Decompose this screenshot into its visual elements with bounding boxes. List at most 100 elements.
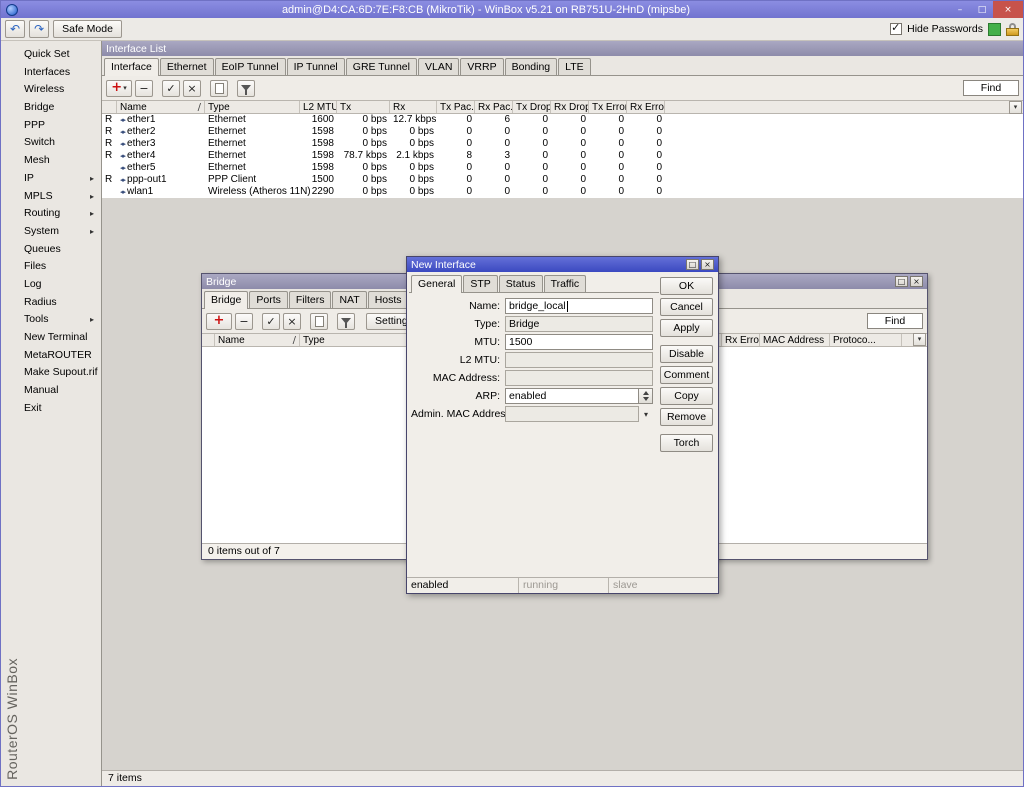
dialog-close-button[interactable]: ×: [701, 259, 714, 270]
interface-tab-vlan[interactable]: VLAN: [418, 58, 459, 75]
dialog-button-cancel[interactable]: Cancel: [660, 298, 713, 316]
sidebar-item-ip[interactable]: IP▸: [1, 170, 101, 188]
bridge-column-header-mac-address[interactable]: MAC Address: [760, 334, 830, 346]
sidebar-item-exit[interactable]: Exit: [1, 400, 101, 418]
sidebar-item-manual[interactable]: Manual: [1, 382, 101, 400]
column-header-rx[interactable]: Rx: [390, 101, 437, 113]
filter-button[interactable]: [237, 80, 255, 97]
interface-row[interactable]: R◂▸ether4Ethernet159878.7 kbps2.1 kbps83…: [102, 150, 1023, 162]
dialog-button-remove[interactable]: Remove: [660, 408, 713, 426]
minimize-button[interactable]: –: [949, 1, 971, 18]
column-header-tx-drops[interactable]: Tx Drops: [513, 101, 551, 113]
column-selector-button[interactable]: ▾: [1009, 101, 1022, 114]
sidebar-item-switch[interactable]: Switch: [1, 134, 101, 152]
sidebar-item-metarouter[interactable]: MetaROUTER: [1, 347, 101, 365]
bridge-find-box[interactable]: Find: [867, 313, 923, 329]
interface-row[interactable]: ◂▸ether5Ethernet15980 bps0 bps000000: [102, 162, 1023, 174]
bridge-tab-ports[interactable]: Ports: [249, 291, 288, 308]
sidebar-item-bridge[interactable]: Bridge: [1, 99, 101, 117]
sidebar-item-ppp[interactable]: PPP: [1, 117, 101, 135]
bridge-column-selector-button[interactable]: ▾: [913, 333, 926, 346]
column-header-type[interactable]: Type: [205, 101, 300, 113]
sidebar-item-mpls[interactable]: MPLS▸: [1, 188, 101, 206]
disable-button[interactable]: ×: [183, 80, 201, 97]
interface-tab-gre-tunnel[interactable]: GRE Tunnel: [346, 58, 417, 75]
sidebar-item-new-terminal[interactable]: New Terminal: [1, 329, 101, 347]
interface-tab-vrrp[interactable]: VRRP: [460, 58, 503, 75]
sidebar-item-tools[interactable]: Tools▸: [1, 311, 101, 329]
column-header-rx-errors[interactable]: Rx Errors: [627, 101, 665, 113]
interface-row[interactable]: R◂▸ppp-out1PPP Client15000 bps0 bps00000…: [102, 174, 1023, 186]
interface-row[interactable]: ◂▸wlan1Wireless (Atheros 11N)22900 bps0 …: [102, 186, 1023, 198]
sidebar-item-interfaces[interactable]: Interfaces: [1, 64, 101, 82]
bridge-filter-button[interactable]: [337, 313, 355, 330]
dialog-button-comment[interactable]: Comment: [660, 366, 713, 384]
find-box[interactable]: Find: [963, 80, 1019, 96]
bridge-close-button[interactable]: ×: [910, 276, 923, 287]
interface-row[interactable]: R◂▸ether3Ethernet15980 bps0 bps000000: [102, 138, 1023, 150]
column-header-tx-pac[interactable]: Tx Pac...: [437, 101, 475, 113]
interface-tab-ip-tunnel[interactable]: IP Tunnel: [287, 58, 345, 75]
remove-button[interactable]: −: [135, 80, 153, 97]
sidebar-item-wireless[interactable]: Wireless: [1, 81, 101, 99]
interface-tab-eoip-tunnel[interactable]: EoIP Tunnel: [215, 58, 286, 75]
dialog-tab-traffic[interactable]: Traffic: [544, 275, 587, 292]
column-header-tx[interactable]: Tx: [337, 101, 390, 113]
dialog-button-apply[interactable]: Apply: [660, 319, 713, 337]
sidebar-item-files[interactable]: Files: [1, 258, 101, 276]
bridge-column-header-name[interactable]: Name/: [215, 334, 300, 346]
column-header-rx-pac[interactable]: Rx Pac...: [475, 101, 513, 113]
sidebar-item-log[interactable]: Log: [1, 276, 101, 294]
add-interface-button[interactable]: +▾: [106, 80, 132, 97]
interface-tab-lte[interactable]: LTE: [558, 58, 590, 75]
column-header-name[interactable]: Name/: [117, 101, 205, 113]
field-mtu[interactable]: 1500: [505, 334, 653, 350]
dialog-tab-status[interactable]: Status: [499, 275, 543, 292]
dialog-button-copy[interactable]: Copy: [660, 387, 713, 405]
field-name[interactable]: bridge_local: [505, 298, 653, 314]
column-header-tx-errors[interactable]: Tx Errors: [589, 101, 627, 113]
bridge-disable-button[interactable]: ×: [283, 313, 301, 330]
interface-tab-ethernet[interactable]: Ethernet: [160, 58, 214, 75]
column-header-rx-drops[interactable]: Rx Drops: [551, 101, 589, 113]
bridge-remove-button[interactable]: −: [235, 313, 253, 330]
sidebar-item-radius[interactable]: Radius: [1, 294, 101, 312]
sidebar-item-make-supout-rif[interactable]: Make Supout.rif: [1, 364, 101, 382]
dialog-button-torch[interactable]: Torch: [660, 434, 713, 452]
sidebar-item-routing[interactable]: Routing▸: [1, 205, 101, 223]
bridge-add-button[interactable]: +: [206, 313, 232, 330]
bridge-column-header-protoco[interactable]: Protoco...: [830, 334, 902, 346]
close-button[interactable]: ×: [993, 1, 1023, 18]
bridge-tab-bridge[interactable]: Bridge: [204, 291, 248, 309]
sidebar-item-mesh[interactable]: Mesh: [1, 152, 101, 170]
dialog-titlebar[interactable]: New Interface □ ×: [407, 257, 718, 272]
bridge-enable-button[interactable]: ✓: [262, 313, 280, 330]
bridge-column-header-rx-errors[interactable]: Rx Errors: [722, 334, 760, 346]
dropdown-arrow-icon[interactable]: ▾: [639, 406, 653, 422]
safe-mode-button[interactable]: Safe Mode: [53, 20, 122, 38]
comment-button[interactable]: [210, 80, 228, 97]
bridge-tab-nat[interactable]: NAT: [332, 291, 366, 308]
enable-button[interactable]: ✓: [162, 80, 180, 97]
sidebar-item-system[interactable]: System▸: [1, 223, 101, 241]
maximize-button[interactable]: □: [971, 1, 993, 18]
dialog-maximize-button[interactable]: □: [686, 259, 699, 270]
interface-list-titlebar[interactable]: Interface List: [102, 41, 1023, 56]
interface-tab-bonding[interactable]: Bonding: [505, 58, 558, 75]
spinner-button[interactable]: [639, 388, 653, 404]
interface-row[interactable]: R◂▸ether2Ethernet15980 bps0 bps000000: [102, 126, 1023, 138]
bridge-maximize-button[interactable]: □: [895, 276, 908, 287]
interface-tab-interface[interactable]: Interface: [104, 58, 159, 76]
column-header-l2-mtu[interactable]: L2 MTU: [300, 101, 337, 113]
bridge-tab-filters[interactable]: Filters: [289, 291, 332, 308]
dialog-tab-stp[interactable]: STP: [463, 275, 497, 292]
redo-button[interactable]: ↷: [29, 20, 49, 38]
bridge-tab-hosts[interactable]: Hosts: [368, 291, 409, 308]
sidebar-item-queues[interactable]: Queues: [1, 241, 101, 259]
dialog-button-disable[interactable]: Disable: [660, 345, 713, 363]
undo-button[interactable]: ↶: [5, 20, 25, 38]
field-arp[interactable]: enabled: [505, 388, 639, 404]
sidebar-item-quick-set[interactable]: Quick Set: [1, 46, 101, 64]
bridge-comment-button[interactable]: [310, 313, 328, 330]
dialog-tab-general[interactable]: General: [411, 275, 462, 293]
